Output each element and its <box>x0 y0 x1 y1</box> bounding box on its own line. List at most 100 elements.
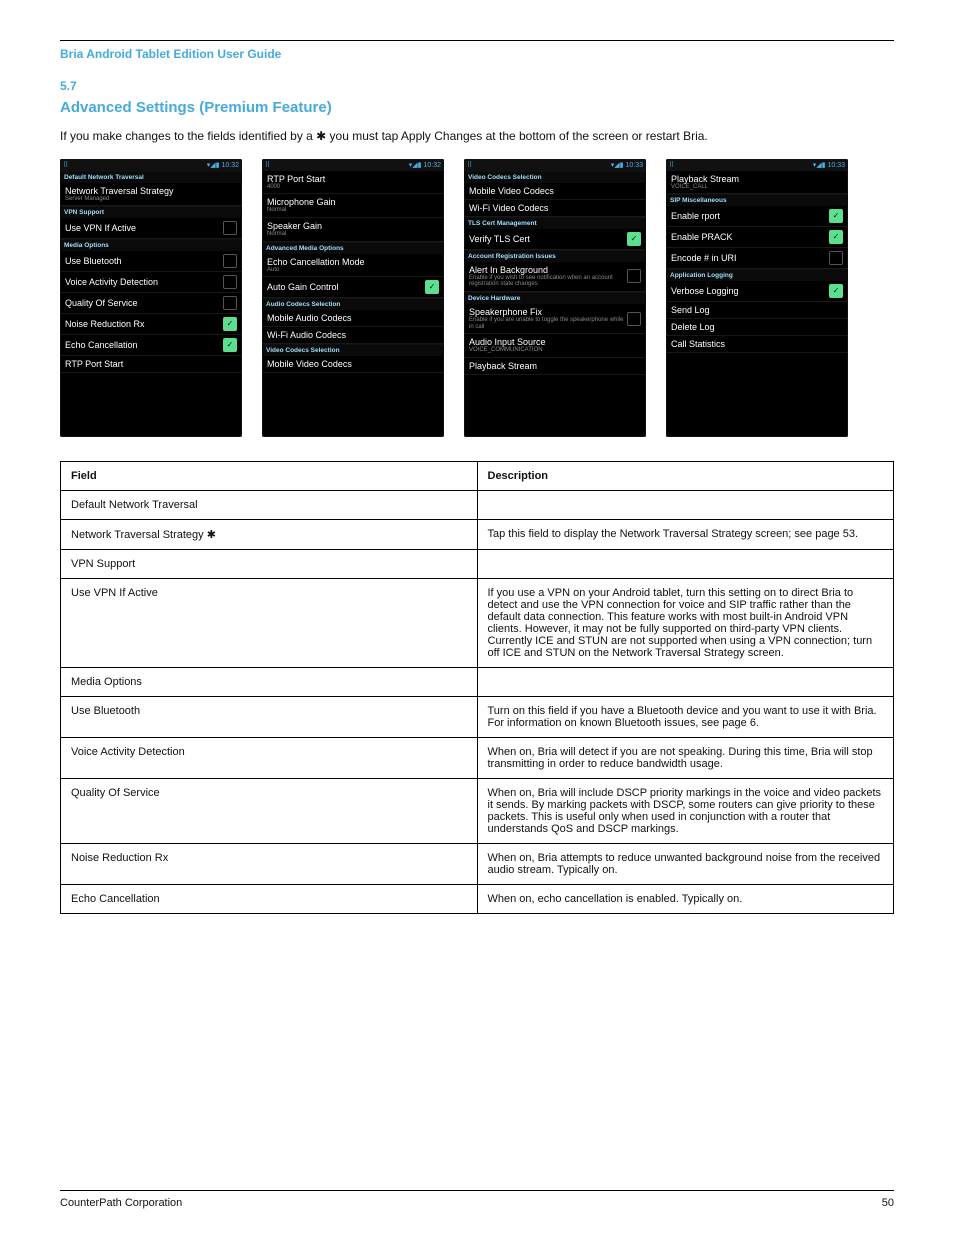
setting-row[interactable]: Noise Reduction Rx✓ <box>60 314 242 335</box>
checkbox-icon[interactable]: ✓ <box>829 230 843 244</box>
setting-title: Microphone Gain <box>267 197 439 207</box>
setting-title: Auto Gain Control <box>267 282 425 292</box>
status-right: ▾◢▮ 10:32 <box>207 161 239 169</box>
table-cell <box>477 490 894 519</box>
setting-row[interactable]: Echo Cancellation ModeAuto <box>262 254 444 278</box>
setting-row[interactable]: Send Log <box>666 302 848 319</box>
setting-row[interactable]: Voice Activity Detection <box>60 272 242 293</box>
section-text: If you make changes to the fields identi… <box>60 128 894 145</box>
setting-title: Mobile Audio Codecs <box>267 313 439 323</box>
checkbox-icon[interactable] <box>627 269 641 283</box>
setting-sub: 4000 <box>267 184 439 191</box>
setting-row[interactable]: Alert In BackgroundEnable if you wish to… <box>464 262 646 292</box>
setting-sub: Auto <box>267 267 439 274</box>
table-cell: Use Bluetooth <box>61 696 478 737</box>
status-bar: ⠿▾◢▮ 10:33 <box>464 159 646 171</box>
setting-row[interactable]: Mobile Video Codecs <box>464 183 646 200</box>
setting-row[interactable]: RTP Port Start4000 <box>262 171 444 195</box>
table-cell: Echo Cancellation <box>61 884 478 913</box>
setting-sub: VOICE_COMMUNICATION <box>469 347 641 354</box>
page-header: Bria Android Tablet Edition User Guide <box>60 47 894 61</box>
checkbox-icon[interactable]: ✓ <box>829 209 843 223</box>
setting-row[interactable]: Wi-Fi Video Codecs <box>464 200 646 217</box>
checkbox-icon[interactable]: ✓ <box>223 317 237 331</box>
table-cell: Default Network Traversal <box>61 490 478 519</box>
setting-row[interactable]: Playback StreamVOICE_CALL <box>666 171 848 195</box>
table-cell: Quality Of Service <box>61 778 478 843</box>
section-title: Advanced Settings (Premium Feature) <box>60 99 894 116</box>
setting-title: RTP Port Start <box>267 174 439 184</box>
setting-row[interactable]: Audio Input SourceVOICE_COMMUNICATION <box>464 334 646 358</box>
setting-row[interactable]: Encode # in URI <box>666 248 848 269</box>
setting-row[interactable]: Use VPN If Active <box>60 218 242 239</box>
category-header: Advanced Media Options <box>262 242 444 254</box>
table-cell: Use VPN If Active <box>61 578 478 667</box>
checkbox-icon[interactable]: ✓ <box>627 232 641 246</box>
checkbox-icon[interactable] <box>223 296 237 310</box>
status-left: ⠿ <box>265 161 270 169</box>
setting-title: Alert In Background <box>469 265 627 275</box>
setting-row[interactable]: Use Bluetooth <box>60 251 242 272</box>
setting-title: Enable PRACK <box>671 232 829 242</box>
setting-row[interactable]: Network Traversal StrategyServer Managed <box>60 183 242 207</box>
setting-row[interactable]: Playback Stream <box>464 358 646 375</box>
table-cell: Media Options <box>61 667 478 696</box>
setting-row[interactable]: Echo Cancellation✓ <box>60 335 242 356</box>
setting-sub: Server Managed <box>65 196 237 203</box>
table-header: Description <box>477 461 894 490</box>
setting-row[interactable]: Mobile Audio Codecs <box>262 310 444 327</box>
category-header: Media Options <box>60 239 242 251</box>
setting-row[interactable]: Quality Of Service <box>60 293 242 314</box>
setting-row[interactable]: Speaker GainNormal <box>262 218 444 242</box>
setting-row[interactable]: Mobile Video Codecs <box>262 356 444 373</box>
setting-row[interactable]: Enable PRACK✓ <box>666 227 848 248</box>
checkbox-icon[interactable] <box>829 251 843 265</box>
setting-row[interactable]: Speakerphone FixEnable if you are unable… <box>464 304 646 334</box>
setting-title: Noise Reduction Rx <box>65 319 223 329</box>
category-header: VPN Support <box>60 206 242 218</box>
checkbox-icon[interactable] <box>223 254 237 268</box>
screenshot-1: ⠿▾◢▮ 10:32 Default Network Traversal Net… <box>60 159 242 437</box>
setting-row[interactable]: Microphone GainNormal <box>262 194 444 218</box>
screenshot-3: ⠿▾◢▮ 10:33 Video Codecs Selection Mobile… <box>464 159 646 437</box>
footer-right: 50 <box>882 1197 894 1209</box>
table-cell: Tap this field to display the Network Tr… <box>477 519 894 549</box>
checkbox-icon[interactable] <box>223 275 237 289</box>
setting-row[interactable]: Verbose Logging✓ <box>666 281 848 302</box>
table-cell: Turn on this field if you have a Bluetoo… <box>477 696 894 737</box>
setting-row[interactable]: Wi-Fi Audio Codecs <box>262 327 444 344</box>
setting-title: Verify TLS Cert <box>469 234 627 244</box>
setting-title: Use Bluetooth <box>65 256 223 266</box>
setting-title: Quality Of Service <box>65 298 223 308</box>
status-right: ▾◢▮ 10:33 <box>611 161 643 169</box>
category-header: TLS Cert Management <box>464 217 646 229</box>
table-cell <box>477 667 894 696</box>
table-header: Field <box>61 461 478 490</box>
setting-row[interactable]: Verify TLS Cert✓ <box>464 229 646 250</box>
checkbox-icon[interactable] <box>223 221 237 235</box>
table-cell: When on, echo cancellation is enabled. T… <box>477 884 894 913</box>
setting-row[interactable]: Delete Log <box>666 319 848 336</box>
setting-title: Mobile Video Codecs <box>469 186 641 196</box>
status-bar: ⠿▾◢▮ 10:33 <box>666 159 848 171</box>
table-cell: VPN Support <box>61 549 478 578</box>
setting-row[interactable]: Call Statistics <box>666 336 848 353</box>
setting-title: Echo Cancellation <box>65 340 223 350</box>
setting-title: Send Log <box>671 305 843 315</box>
setting-row[interactable]: RTP Port Start <box>60 356 242 373</box>
page-footer: CounterPath Corporation 50 <box>60 1190 894 1209</box>
setting-title: Verbose Logging <box>671 286 829 296</box>
category-header: Account Registration Issues <box>464 250 646 262</box>
setting-row[interactable]: Enable rport✓ <box>666 206 848 227</box>
setting-title: Audio Input Source <box>469 337 641 347</box>
setting-sub: VOICE_CALL <box>671 184 843 191</box>
table-cell <box>477 549 894 578</box>
checkbox-icon[interactable]: ✓ <box>223 338 237 352</box>
setting-title: Voice Activity Detection <box>65 277 223 287</box>
checkbox-icon[interactable] <box>627 312 641 326</box>
checkbox-icon[interactable]: ✓ <box>425 280 439 294</box>
setting-title: Delete Log <box>671 322 843 332</box>
status-bar: ⠿▾◢▮ 10:32 <box>262 159 444 171</box>
checkbox-icon[interactable]: ✓ <box>829 284 843 298</box>
setting-row[interactable]: Auto Gain Control✓ <box>262 277 444 298</box>
